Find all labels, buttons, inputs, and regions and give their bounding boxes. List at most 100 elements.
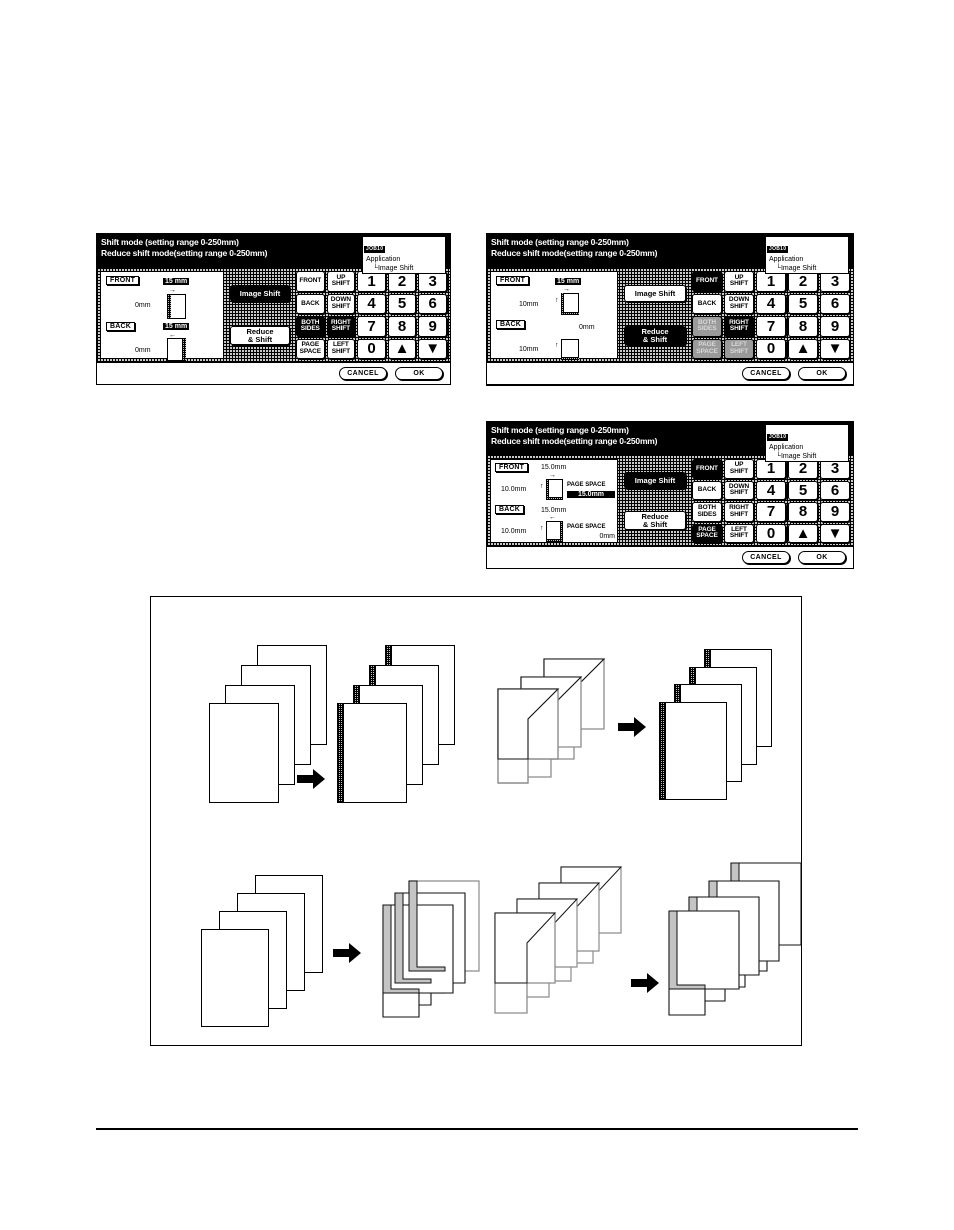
key-back[interactable]: BACK [296,293,325,314]
job-id-label: JOB10 [767,246,789,253]
key-7[interactable]: 7 [357,316,386,337]
preview-front-tag: FRONT [496,276,530,285]
key-9[interactable]: 9 [820,502,850,522]
key-front[interactable]: FRONT [692,271,722,292]
key-down-shift[interactable]: DOWN SHIFT [724,293,754,314]
key-9[interactable]: 9 [820,316,850,337]
preview-front-tag: FRONT [495,463,529,472]
ok-button[interactable]: OK [395,367,443,380]
preview-back-page-space-label: PAGE SPACE [567,524,606,530]
mode-button-reduce-and-shift[interactable]: Reduce & Shift [624,326,686,345]
result-sheet-1 [337,703,407,803]
key-down-arrow[interactable]: ▼ [418,338,447,359]
key-8[interactable]: 8 [387,316,417,337]
preview-back-side-value: 10.0mm [501,528,527,535]
key-down-shift[interactable]: DOWN SHIFT [326,293,356,314]
key-back[interactable]: BACK [692,293,722,314]
keypad: FRONT UP SHIFT 1 2 3 BACK DOWN SHIFT 4 5 6 BOTH SI… [692,459,850,543]
key-down-arrow[interactable]: ▼ [820,523,850,543]
key-up-arrow[interactable]: ▲ [788,338,818,359]
key-down-arrow[interactable]: ▼ [820,338,850,359]
key-0[interactable]: 0 [357,338,386,359]
key-page-space[interactable]: PAGE SPACE [692,338,722,359]
key-5[interactable]: 5 [788,480,818,500]
key-front[interactable]: FRONT [692,459,722,479]
key-both-sides[interactable]: BOTH SIDES [692,316,722,337]
key-8[interactable]: 8 [788,316,818,337]
key-front[interactable]: FRONT [296,271,325,292]
key-2[interactable]: 2 [788,271,818,292]
mode-button-image-shift[interactable]: Image Shift [230,285,290,302]
illustration-panel [150,596,802,1046]
preview-front-side-value: 10.0mm [501,486,527,493]
source-sheet-1 [209,703,279,803]
key-right-shift[interactable]: RIGHT SHIFT [326,316,356,337]
key-5[interactable]: 5 [788,293,818,314]
key-both-sides[interactable]: BOTH SIDES [692,502,722,522]
key-left-shift[interactable]: LEFT SHIFT [724,338,754,359]
key-5[interactable]: 5 [387,293,417,314]
transform-arrow-icon [333,943,361,963]
key-4[interactable]: 4 [756,293,786,314]
mode-button-column: Image Shift Reduce & Shift [227,271,293,359]
mode-button-reduce-and-shift[interactable]: Reduce & Shift [624,511,686,530]
key-up-shift[interactable]: UP SHIFT [724,459,754,479]
key-6[interactable]: 6 [820,480,850,500]
job-id-label: JOB10 [767,434,789,441]
key-1[interactable]: 1 [357,271,386,292]
key-9[interactable]: 9 [418,316,447,337]
preview-back-margin-strip-bottom [546,539,563,542]
result-sheet-1 [659,702,727,800]
key-up-shift[interactable]: UP SHIFT [724,271,754,292]
key-up-shift[interactable]: UP SHIFT [326,271,356,292]
key-right-shift[interactable]: RIGHT SHIFT [724,316,754,337]
manual-page: Shift mode (setting range 0-250mm) Reduc… [0,0,954,1230]
mode-button-image-shift[interactable]: Image Shift [624,285,686,302]
key-left-shift[interactable]: LEFT SHIFT [326,338,356,359]
preview-front-up-arrow: ↑ [555,297,559,304]
key-3[interactable]: 3 [820,271,850,292]
panel-footer: CANCEL OK [487,362,853,384]
key-left-shift[interactable]: LEFT SHIFT [724,523,754,543]
key-2[interactable]: 2 [387,271,417,292]
key-up-arrow[interactable]: ▲ [387,338,417,359]
key-7[interactable]: 7 [756,502,786,522]
key-0[interactable]: 0 [756,523,786,543]
key-4[interactable]: 4 [357,293,386,314]
page-footer-rule [96,1128,858,1130]
key-8[interactable]: 8 [788,502,818,522]
cancel-button[interactable]: CANCEL [742,551,790,564]
job-badge: JOB10 Application └Image Shift [765,424,849,462]
result-margin-1 [659,702,666,800]
preview-back-top-value: 0mm [579,324,595,331]
ok-button[interactable]: OK [798,367,846,380]
key-down-shift[interactable]: DOWN SHIFT [724,480,754,500]
key-3[interactable]: 3 [418,271,447,292]
panel-header: Shift mode (setting range 0-250mm) Reduc… [487,422,853,462]
preview-back-side-value: 0mm [135,347,151,354]
cancel-button[interactable]: CANCEL [742,367,790,380]
mode-button-column: Image Shift Reduce & Shift [621,271,689,359]
mode-button-reduce-and-shift[interactable]: Reduce & Shift [230,326,290,345]
illustration-reduce-shift-simple-stack [193,873,483,1038]
key-6[interactable]: 6 [418,293,447,314]
mode-button-image-shift[interactable]: Image Shift [624,472,686,489]
key-0[interactable]: 0 [756,338,786,359]
key-up-arrow[interactable]: ▲ [788,523,818,543]
key-page-space[interactable]: PAGE SPACE [692,523,722,543]
cancel-button[interactable]: CANCEL [339,367,387,380]
key-7[interactable]: 7 [756,316,786,337]
lcd-panel-image-shift-both-sides: Shift mode (setting range 0-250mm) Reduc… [96,233,451,385]
preview-front-margin-strip-bottom [561,312,579,315]
key-both-sides[interactable]: BOTH SIDES [296,316,325,337]
key-1[interactable]: 1 [756,271,786,292]
preview-front-side-value: 10mm [519,301,539,308]
key-6[interactable]: 6 [820,293,850,314]
application-label: Application [769,444,804,451]
key-page-space[interactable]: PAGE SPACE [296,338,325,359]
key-4[interactable]: 4 [756,480,786,500]
key-right-shift[interactable]: RIGHT SHIFT [724,502,754,522]
ok-button[interactable]: OK [798,551,846,564]
application-sublabel: └Image Shift [776,265,817,272]
key-back[interactable]: BACK [692,480,722,500]
